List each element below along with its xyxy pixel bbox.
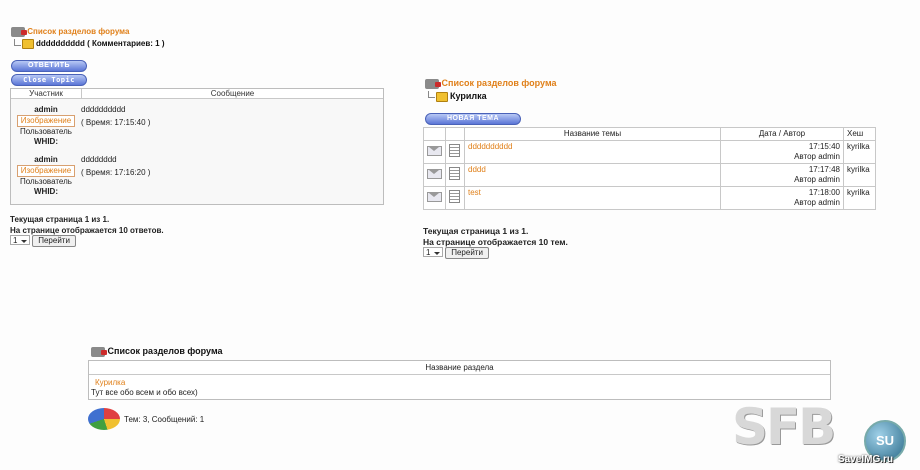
section-folder-icon [436, 91, 448, 102]
document-icon [449, 167, 460, 180]
topic-author: Автор admin [794, 198, 840, 207]
right-go-button[interactable]: Перейти [445, 247, 489, 259]
left-breadcrumb: Список разделов форума [11, 27, 129, 37]
document-icon [449, 190, 460, 203]
topic-author: Автор admin [794, 175, 840, 184]
forum-folder-icon [11, 27, 27, 37]
post-whid: WHID: [34, 187, 58, 196]
stats-text: Тем: 3, Сообщений: 1 [124, 414, 205, 424]
topic-hash: kyrilka [843, 140, 876, 164]
topic-date-cell: 17:18:00 Автор admin [720, 186, 844, 210]
post-content: dddddddd ( Время: 17:16:20 ) [81, 155, 150, 178]
watermark-logo: SFB [732, 398, 836, 456]
post-author-block: admin Изображение Пользователь WHID: [17, 105, 75, 147]
right-pager: 1 Перейти [423, 247, 489, 259]
row-status-cell [423, 186, 446, 210]
document-icon [449, 144, 460, 157]
post-text: dddddddddd [81, 105, 126, 114]
posts-table: Участник Сообщение admin Изображение Пол… [10, 88, 384, 205]
right-breadcrumb: Список разделов форума [425, 78, 557, 89]
close-topic-button[interactable]: Close Topic [11, 74, 87, 86]
left-breadcrumb-current: dddddddddd ( Комментариев: 1 ) [36, 39, 165, 49]
topic-date-cell: 17:17:48 Автор admin [720, 163, 844, 187]
row-type-cell [445, 186, 465, 210]
header-cell-icon [445, 127, 465, 141]
bottom-breadcrumb-title[interactable]: Список разделов форума [108, 346, 223, 356]
header-cell-icon [423, 127, 446, 141]
watermark-url: SaveIMG.ru [838, 454, 894, 465]
post-content: dddddddddd ( Время: 17:15:40 ) [81, 105, 150, 128]
left-page-select[interactable]: 1 [10, 235, 30, 245]
post-avatar-image: Изображение [17, 165, 75, 177]
right-breadcrumb-link[interactable]: Список разделов форума [442, 78, 557, 88]
topic-time: 17:18:00 [808, 188, 840, 197]
topic-author: Автор admin [794, 152, 840, 161]
col-section: Название раздела [89, 361, 830, 375]
post-text: dddddddd [81, 155, 117, 164]
post-author[interactable]: admin [17, 155, 75, 165]
left-pager: 1 Перейти [10, 235, 76, 247]
row-status-cell [423, 140, 446, 164]
watermark: SFB SU SaveIMG.ru [732, 398, 912, 466]
topic-date-cell: 17:15:40 Автор admin [720, 140, 844, 164]
topic-title[interactable]: test [464, 186, 721, 210]
new-topic-button[interactable]: НОВАЯ ТЕМА [425, 113, 521, 125]
col-participant: Участник [11, 89, 82, 99]
forum-stats: Тем: 3, Сообщений: 1 [88, 408, 204, 430]
col-date: Дата / Автор [720, 127, 844, 141]
envelope-icon [427, 192, 442, 202]
topics-table: Название темы Дата / Автор Хеш ddddddddd… [423, 127, 876, 210]
forum-folder-icon [91, 346, 107, 357]
topic-title[interactable]: dddddddddd [464, 140, 721, 164]
section-row: Курилка Тут все обо всем и обо всех) [89, 375, 830, 398]
stats-pie-icon [88, 408, 120, 430]
post-time: ( Время: 17:15:40 ) [81, 118, 151, 127]
right-pagination-info: Текущая страница 1 из 1. На странице ото… [423, 226, 568, 248]
post-avatar-image: Изображение [17, 115, 75, 127]
post-role: Пользователь [20, 177, 72, 186]
section-name[interactable]: Курилка [95, 378, 824, 388]
topics-header: Название темы Дата / Автор Хеш [423, 127, 876, 141]
table-row: test 17:18:00 Автор admin kyrilka [423, 186, 876, 210]
sections-table: Название раздела Курилка Тут все обо все… [88, 360, 831, 400]
left-pagination-info: Текущая страница 1 из 1. На странице ото… [10, 214, 164, 236]
right-breadcrumb-current[interactable]: Курилка [450, 91, 487, 101]
topic-folder-icon [22, 39, 34, 49]
post-role: Пользователь [20, 127, 72, 136]
col-message: Сообщение [82, 89, 383, 99]
topic-hash: kyrilka [843, 163, 876, 187]
col-hash: Хеш [843, 127, 876, 141]
topic-hash: kyrilka [843, 186, 876, 210]
reply-button[interactable]: ОТВЕТИТЬ [11, 60, 87, 72]
envelope-icon [427, 169, 442, 179]
right-breadcrumb-current-row: Курилка [428, 91, 487, 102]
post-author-block: admin Изображение Пользователь WHID: [17, 155, 75, 197]
tree-line-icon [428, 91, 435, 98]
topic-time: 17:17:48 [808, 165, 840, 174]
left-breadcrumb-current-row: dddddddddd ( Комментариев: 1 ) [14, 39, 165, 49]
tree-line-icon [14, 39, 21, 46]
row-status-cell [423, 163, 446, 187]
row-type-cell [445, 163, 465, 187]
left-page-status: Текущая страница 1 из 1. [10, 215, 110, 224]
post-author[interactable]: admin [17, 105, 75, 115]
table-row: dddd 17:17:48 Автор admin kyrilka [423, 163, 876, 187]
posts-header: Участник Сообщение [11, 89, 383, 99]
row-type-cell [445, 140, 465, 164]
topic-title[interactable]: dddd [464, 163, 721, 187]
left-breadcrumb-link[interactable]: Список разделов форума [27, 27, 129, 36]
section-desc: Тут все обо всем и обо всех) [91, 388, 198, 397]
col-topic: Название темы [464, 127, 721, 141]
bottom-breadcrumb: Список разделов форума [91, 346, 223, 357]
topic-time: 17:15:40 [808, 142, 840, 151]
forum-folder-icon [425, 78, 441, 89]
right-page-select[interactable]: 1 [423, 247, 443, 257]
right-page-status: Текущая страница 1 из 1. [423, 226, 529, 236]
left-go-button[interactable]: Перейти [32, 235, 76, 247]
table-row: dddddddddd 17:15:40 Автор admin kyrilka [423, 140, 876, 164]
post-time: ( Время: 17:16:20 ) [81, 168, 151, 177]
envelope-icon [427, 146, 442, 156]
post-whid: WHID: [34, 137, 58, 146]
